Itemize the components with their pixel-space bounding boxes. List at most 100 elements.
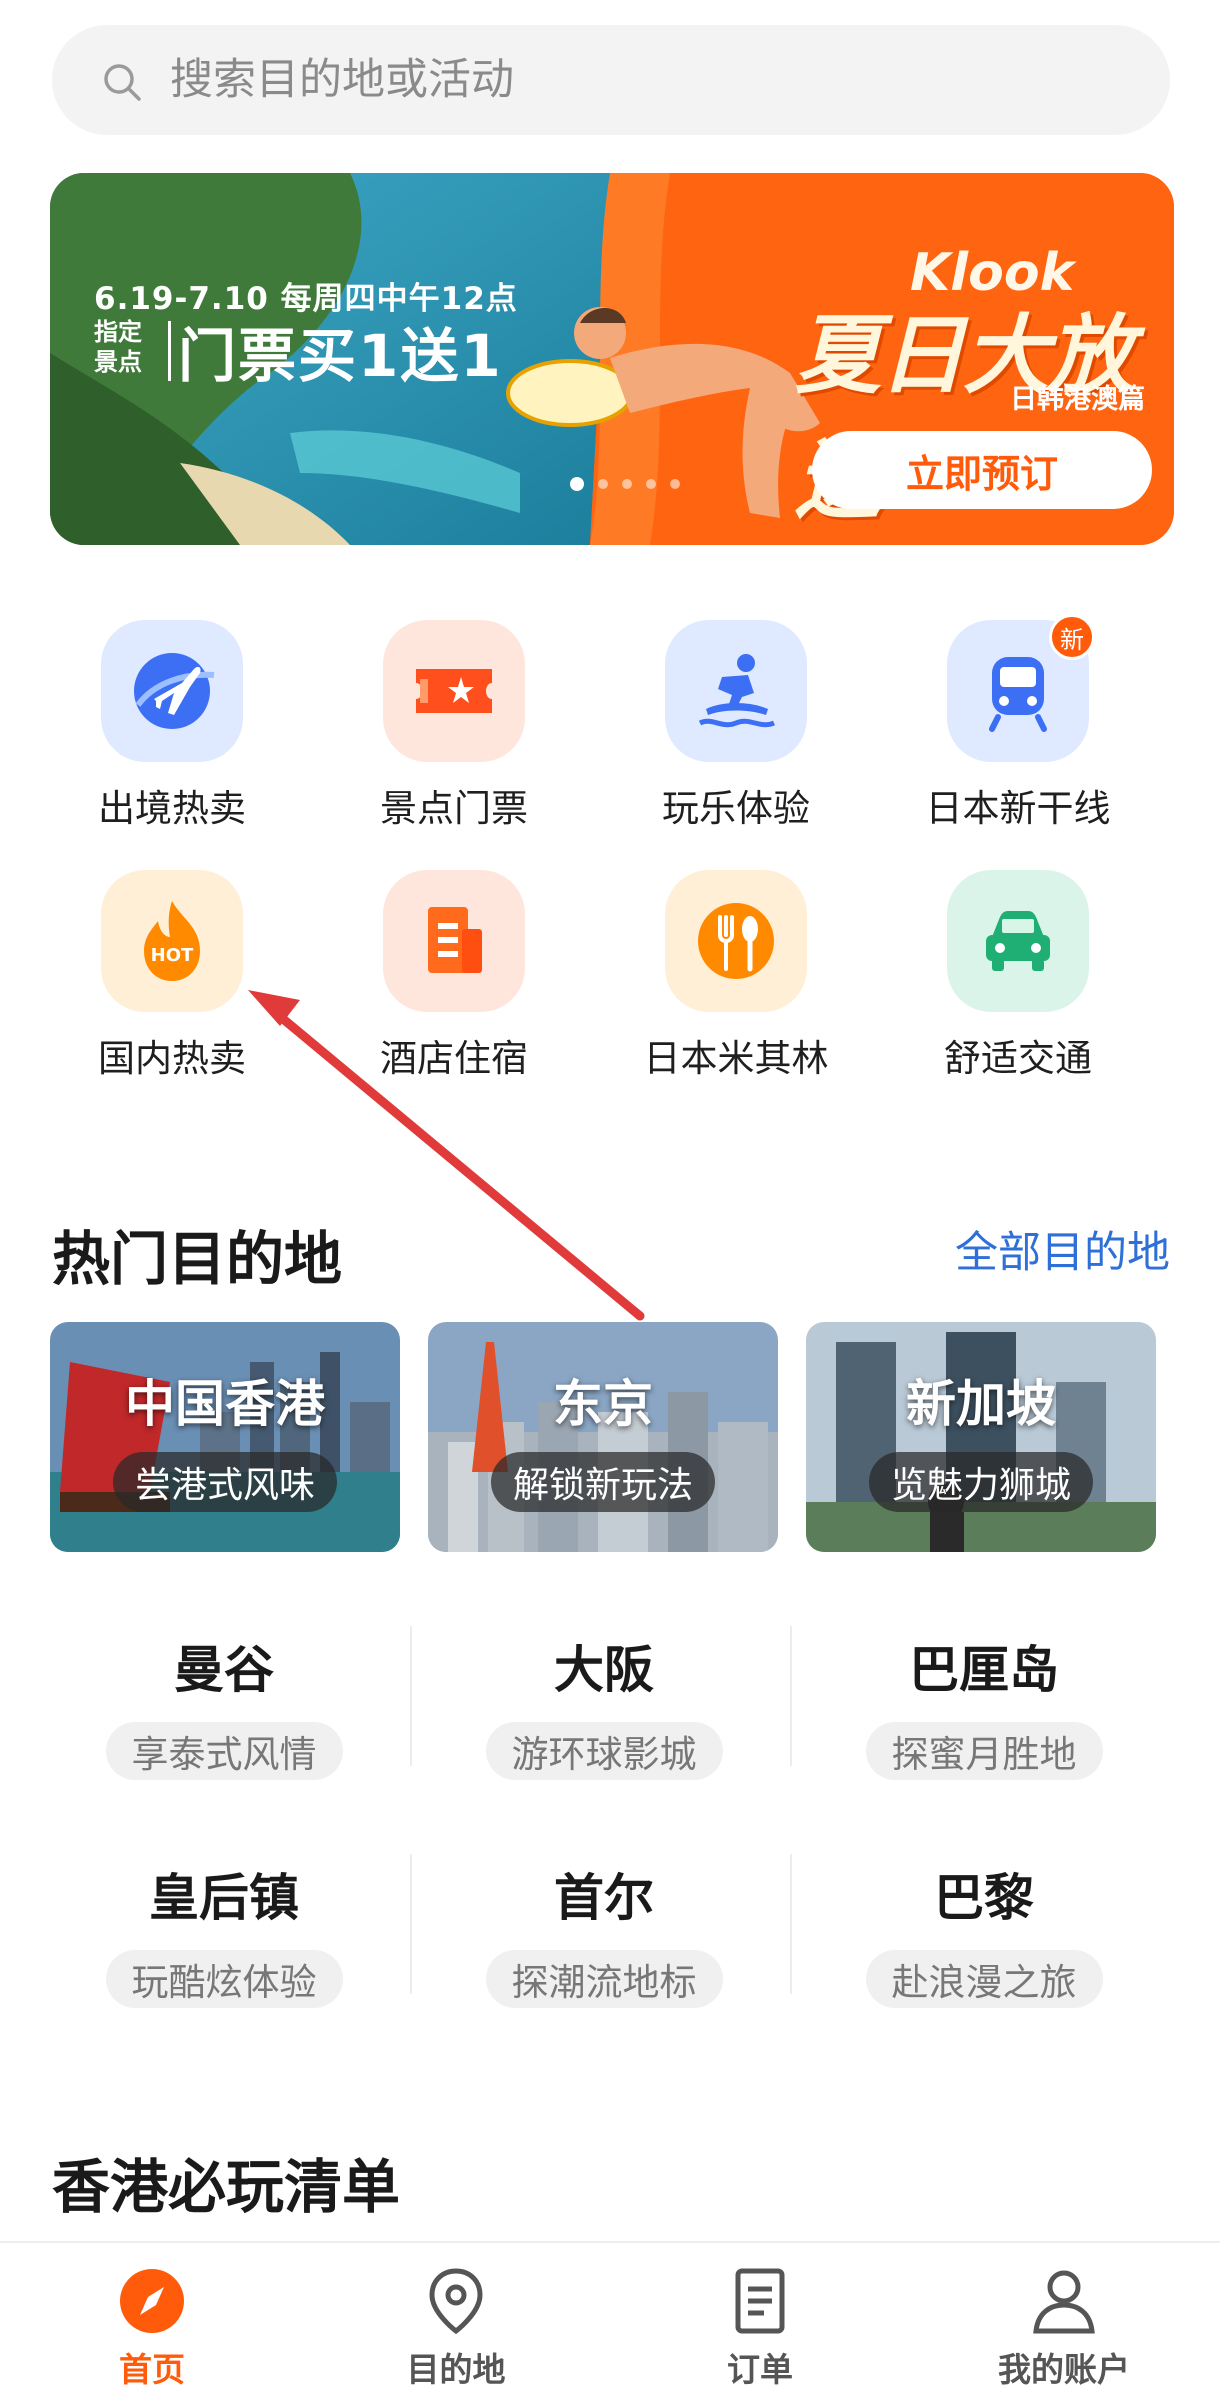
category-tile: 新: [947, 614, 1095, 762]
city-osaka[interactable]: 大阪 游环球影城: [414, 1630, 794, 1780]
tab-home[interactable]: 首页: [52, 2265, 252, 2391]
divider: [410, 1626, 412, 1766]
tab-label: 我的账户: [998, 2350, 1130, 2389]
hk-must-play-title: 香港必玩清单: [52, 2153, 401, 2221]
compass-icon: [120, 2269, 184, 2333]
hot-flame-icon: HOT: [144, 901, 200, 981]
city-name: 曼谷: [174, 1641, 274, 1699]
tab-label: 订单: [727, 2350, 793, 2389]
city-tag: 享泰式风情: [105, 1722, 343, 1780]
destination-card-singapore[interactable]: 新加坡 览魅力狮城: [806, 1322, 1156, 1552]
city-tag: 游环球影城: [485, 1722, 723, 1780]
all-destinations-link[interactable]: 全部目的地: [955, 1218, 1170, 1280]
train-icon: [989, 657, 1047, 732]
carousel-dot[interactable]: [622, 479, 632, 489]
banner-divider: [168, 321, 171, 381]
tab-label: 目的地: [406, 2350, 506, 2389]
category-tile: [383, 620, 525, 762]
carousel-dot[interactable]: [646, 479, 656, 489]
city-tag: 探蜜月胜地: [865, 1722, 1103, 1780]
category-label: 国内热卖: [98, 1037, 246, 1080]
destination-card-tag: 解锁新玩法: [490, 1452, 716, 1512]
banner-small-line2: 景点: [94, 348, 142, 376]
divider: [410, 1854, 412, 1994]
city-bali[interactable]: 巴厘岛 探蜜月胜地: [794, 1630, 1174, 1780]
tokyo-photo: [428, 1322, 778, 1552]
city-seoul[interactable]: 首尔 探潮流地标: [414, 1858, 794, 2008]
banner-small-label: 指定 景点: [94, 317, 142, 377]
category-label: 景点门票: [380, 787, 528, 830]
carousel-dots[interactable]: [570, 477, 680, 491]
divider: [790, 1626, 792, 1766]
category-shinkansen[interactable]: 新 日本新干线: [898, 614, 1138, 832]
category-outbound-hot[interactable]: 出境热卖: [52, 620, 292, 832]
city-name: 大阪: [554, 1641, 654, 1699]
location-pin-icon: [429, 2268, 483, 2335]
car-icon: [986, 911, 1050, 971]
new-badge: 新: [1049, 614, 1095, 660]
city-name: 首尔: [554, 1869, 654, 1927]
hot-destinations-title: 热门目的地: [52, 1225, 343, 1293]
destination-card-tokyo[interactable]: 东京 解锁新玩法: [428, 1322, 778, 1552]
category-hotels[interactable]: 酒店住宿: [334, 870, 574, 1082]
category-tile: [665, 870, 807, 1012]
hongkong-photo: [50, 1322, 400, 1552]
campaign-subtitle: 日韩港澳篇: [1010, 384, 1145, 415]
category-tile: HOT: [101, 870, 243, 1012]
destination-card-tag: 览魅力狮城: [868, 1452, 1094, 1512]
carousel-dot[interactable]: [570, 477, 584, 491]
tab-label: 首页: [119, 2350, 185, 2389]
destination-card-name: 中国香港: [125, 1375, 325, 1433]
category-michelin[interactable]: 日本米其林: [616, 870, 856, 1082]
city-bangkok[interactable]: 曼谷 享泰式风情: [34, 1630, 414, 1780]
category-tile: [101, 620, 243, 762]
city-name: 皇后镇: [149, 1869, 299, 1927]
category-label: 出境热卖: [98, 787, 246, 830]
destination-card-name: 东京: [553, 1375, 653, 1433]
promo-banner[interactable]: 6.19-7.10 每周四中午12点 指定 景点 门票买1送1 Klook 夏日…: [50, 173, 1174, 545]
surfer-icon: [698, 654, 775, 728]
destination-card-tag: 尝港式风味: [112, 1452, 338, 1512]
document-icon: [735, 2268, 785, 2334]
category-label: 舒适交通: [944, 1037, 1092, 1080]
city-tag: 探潮流地标: [485, 1950, 723, 2008]
airplane-globe-icon: [134, 653, 215, 729]
search-input[interactable]: [170, 45, 1130, 115]
city-name: 巴厘岛: [909, 1641, 1059, 1699]
book-now-button[interactable]: 立即预订: [812, 431, 1152, 509]
tab-my-account[interactable]: 我的账户: [964, 2265, 1164, 2391]
destination-card-name: 新加坡: [906, 1375, 1056, 1433]
tab-destinations[interactable]: 目的地: [356, 2265, 556, 2391]
city-queenstown[interactable]: 皇后镇 玩酷炫体验: [34, 1858, 414, 2008]
category-tile: [383, 870, 525, 1012]
tab-orders[interactable]: 订单: [660, 2265, 860, 2391]
banner-small-line1: 指定: [94, 318, 142, 346]
carousel-dot[interactable]: [598, 479, 608, 489]
category-attraction-tickets[interactable]: 景点门票: [334, 620, 574, 832]
destination-card-hongkong[interactable]: 中国香港 尝港式风味: [50, 1322, 400, 1552]
category-tile: [665, 620, 807, 762]
city-tag: 玩酷炫体验: [105, 1950, 343, 2008]
city-tag: 赴浪漫之旅: [865, 1950, 1103, 2008]
singapore-photo: [806, 1322, 1156, 1552]
category-label: 玩乐体验: [662, 787, 810, 830]
fork-spoon-icon: [698, 903, 774, 979]
category-transport[interactable]: 舒适交通: [898, 870, 1138, 1082]
banner-promo: 门票买1送1: [178, 322, 503, 390]
carousel-dot[interactable]: [670, 479, 680, 489]
category-label: 酒店住宿: [380, 1037, 528, 1080]
category-label: 日本新干线: [925, 787, 1111, 830]
category-domestic-hot[interactable]: HOT 国内热卖: [52, 870, 292, 1082]
category-experiences[interactable]: 玩乐体验: [616, 620, 856, 832]
category-label: 日本米其林: [643, 1037, 829, 1080]
city-paris[interactable]: 巴黎 赴浪漫之旅: [794, 1858, 1174, 2008]
svg-text:HOT: HOT: [151, 945, 194, 966]
ticket-icon: [416, 669, 492, 713]
divider: [790, 1854, 792, 1994]
hotel-icon: [428, 907, 482, 973]
search-bar[interactable]: [52, 25, 1170, 135]
search-icon: [104, 64, 141, 101]
category-tile: [947, 870, 1089, 1012]
city-name: 巴黎: [934, 1869, 1034, 1927]
bottom-tab-bar: 首页 目的地 订单 我的账户: [0, 2241, 1220, 2402]
